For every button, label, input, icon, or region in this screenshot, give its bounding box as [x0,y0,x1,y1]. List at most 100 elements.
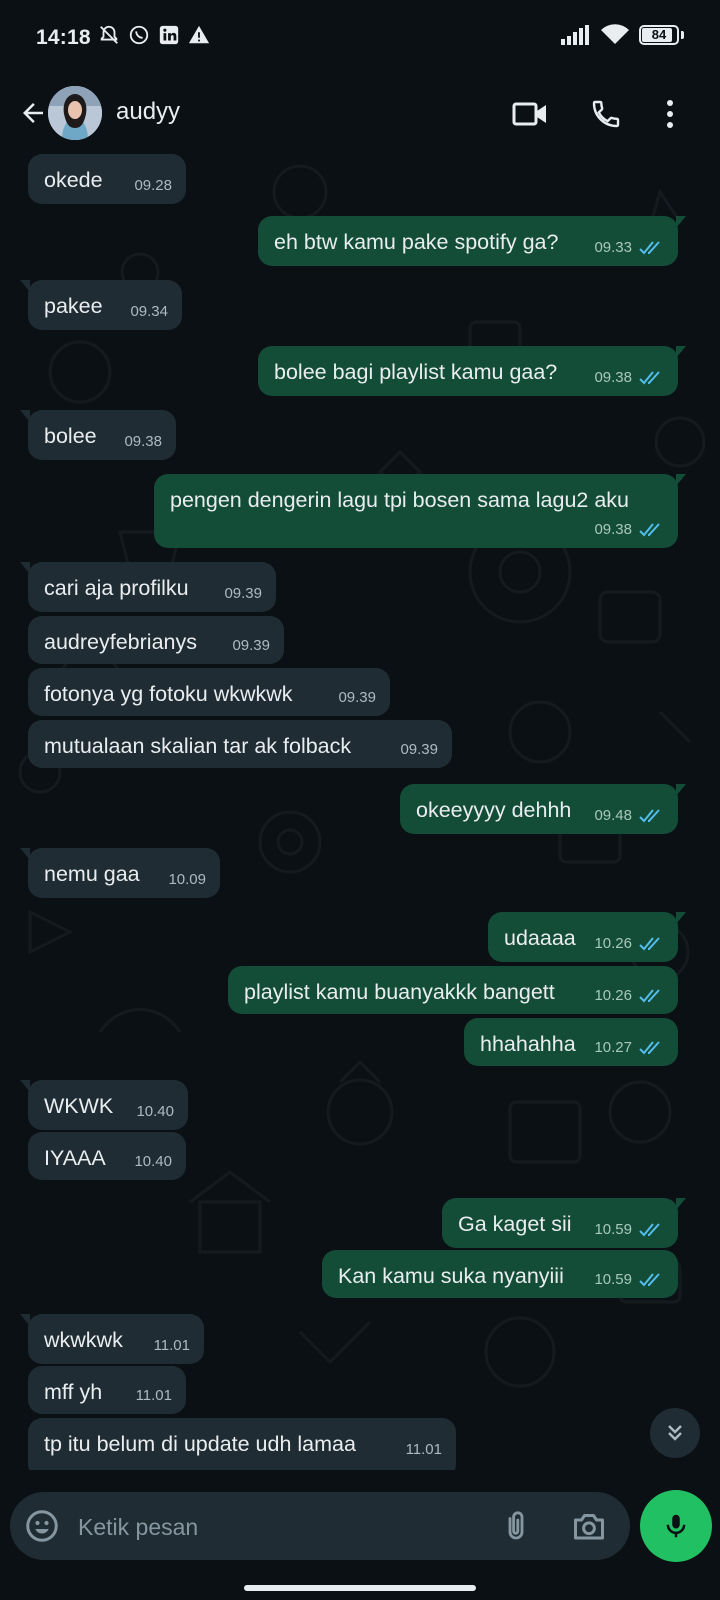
message-incoming[interactable]: cari aja profilku 09.39 [20,562,276,612]
message-text: nemu gaa [44,862,140,886]
message-time: 10.59 [594,1271,664,1288]
message-text: pengen dengerin lagu tpi bosen sama lagu… [170,488,630,512]
mic-icon [666,1514,686,1538]
message-text: Kan kamu suka nyanyiii [338,1264,564,1288]
message-outgoing[interactable]: udaaaa 10.26 [488,912,686,962]
more-options-button[interactable] [648,92,692,136]
message-text: pakee [44,294,103,318]
scroll-to-bottom-button[interactable] [650,1408,700,1458]
double-chevron-down-icon [668,1425,682,1441]
read-ticks-icon [639,370,660,384]
message-list[interactable]: okede 09.28 eh btw kamu pake spotify ga?… [0,152,720,1470]
message-text: bolee bagi playlist kamu gaa? [274,360,558,384]
read-ticks-icon [639,1272,660,1286]
read-ticks-icon [639,808,660,822]
message-incoming[interactable]: pakee 09.34 [20,280,182,330]
voice-call-button[interactable] [584,92,628,136]
message-time: 10.40 [134,1153,172,1170]
back-arrow-icon [23,103,43,123]
message-text: WKWK [44,1094,114,1118]
attach-icon [508,1511,524,1540]
read-ticks-icon [639,936,660,950]
gesture-navigation-bar[interactable] [244,1585,476,1591]
message-outgoing[interactable]: pengen dengerin lagu tpi bosen sama lagu… [154,474,686,548]
message-outgoing[interactable]: Ga kaget sii 10.59 [442,1198,686,1248]
message-time: 09.39 [338,689,376,706]
message-incoming[interactable]: WKWK 10.40 [20,1080,188,1130]
message-time: 09.39 [232,637,270,654]
message-time: 10.09 [168,871,206,888]
message-outgoing[interactable]: hhahahha 10.27 [464,1018,678,1066]
message-text: udaaaa [504,926,576,950]
more-options-icon [667,100,673,128]
status-bar: 14:18 84 [0,0,720,76]
message-time: 11.01 [153,1337,190,1354]
message-text: okede [44,168,103,192]
linkedin-icon [159,25,179,45]
message-outgoing[interactable]: eh btw kamu pake spotify ga? 09.33 [258,216,686,266]
message-input[interactable]: Ketik pesan [78,1514,198,1541]
message-incoming[interactable]: mff yh 11.01 [28,1366,186,1414]
message-incoming[interactable]: mutualaan skalian tar ak folback 09.39 [28,720,452,768]
message-time: 10.40 [136,1103,174,1120]
message-incoming[interactable]: IYAAA 10.40 [28,1132,186,1180]
camera-icon [574,1514,604,1540]
status-system-icons: 84 [561,24,684,46]
read-ticks-icon [639,522,660,536]
message-text: playlist kamu buanyakkk bangett [244,980,555,1004]
message-incoming[interactable]: okede 09.28 [28,154,186,204]
message-text: bolee [44,424,97,448]
message-time: 09.33 [594,239,664,256]
signal-icon [561,25,589,45]
video-call-button[interactable] [508,92,552,136]
message-text: tp itu belum di update udh lamaa [44,1432,356,1456]
message-time: 10.59 [594,1221,664,1238]
warning-icon [188,25,210,44]
voice-message-button[interactable] [640,1490,712,1562]
voice-call-icon [592,100,620,128]
whatsapp-icon [129,25,149,45]
message-outgoing[interactable]: Kan kamu suka nyanyiii 10.59 [322,1250,678,1298]
message-text: mutualaan skalian tar ak folback [44,734,352,758]
read-ticks-icon [639,988,660,1002]
attach-button[interactable] [498,1508,534,1544]
message-outgoing[interactable]: bolee bagi playlist kamu gaa? 09.38 [258,346,686,396]
avatar[interactable] [48,86,102,140]
status-time: 14:18 [36,26,91,49]
message-incoming[interactable]: fotonya yg fotoku wkwkwk 09.39 [28,668,390,716]
message-time: 10.27 [594,1039,664,1056]
message-time: 11.01 [135,1387,172,1404]
wifi-icon [601,24,629,44]
message-text: fotonya yg fotoku wkwkwk [44,682,293,706]
emoji-button[interactable] [24,1508,60,1544]
message-incoming[interactable]: wkwkwk 11.01 [20,1314,204,1364]
message-outgoing[interactable]: okeeyyyy dehhh 09.48 [400,784,686,834]
message-text: wkwkwk [44,1328,123,1352]
message-text: hhahahha [480,1032,576,1056]
message-incoming[interactable]: audreyfebrianys 09.39 [28,616,284,664]
message-time: 09.39 [400,741,438,758]
message-time: 09.28 [134,177,172,194]
message-time: 09.39 [224,585,262,602]
message-incoming[interactable]: bolee 09.38 [20,410,176,460]
message-time: 09.38 [594,369,664,386]
read-ticks-icon [639,240,660,254]
message-outgoing[interactable]: playlist kamu buanyakkk bangett 10.26 [228,966,678,1014]
contact-name[interactable]: audyy [116,98,180,126]
status-notification-icons [98,24,210,46]
camera-button[interactable] [570,1508,608,1544]
message-text: mff yh [44,1380,103,1404]
message-text: okeeyyyy dehhh [416,798,572,822]
message-time: 10.26 [594,987,664,1004]
message-incoming[interactable]: nemu gaa 10.09 [20,848,220,898]
chat-header: audyy [0,76,720,152]
message-time: 09.38 [594,521,664,538]
message-text: cari aja profilku [44,576,189,600]
message-text: IYAAA [44,1146,106,1170]
message-incoming[interactable]: tp itu belum di update udh lamaa 11.01 [28,1418,456,1470]
battery-level: 84 [651,27,667,42]
message-time: 09.48 [594,807,664,824]
read-ticks-icon [639,1040,660,1054]
emoji-icon [26,1510,58,1542]
bell-off-icon [100,25,118,44]
